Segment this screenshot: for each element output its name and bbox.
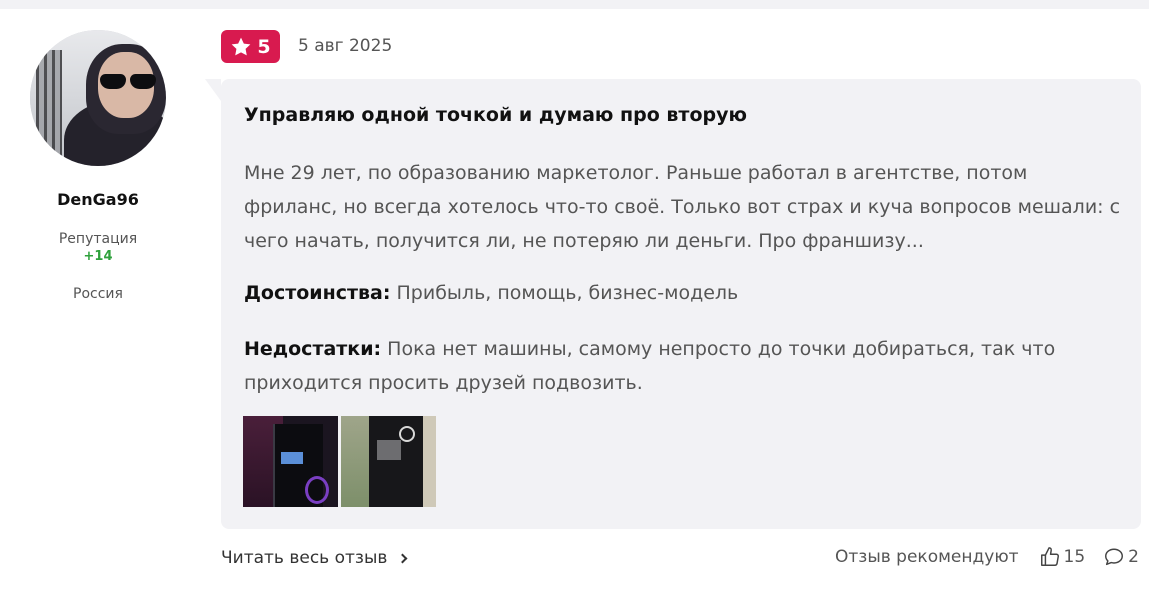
comment-icon (1105, 548, 1124, 566)
rating-badge: 5 (221, 30, 280, 63)
review-title[interactable]: Управляю одной точкой и думаю про вторую (244, 104, 747, 126)
comments-count: 2 (1128, 547, 1139, 567)
read-full-label: Читать весь отзыв (221, 548, 388, 568)
review-photos (243, 416, 436, 507)
review-photo-thumbnail[interactable] (243, 416, 338, 507)
thumbs-up-icon (1040, 547, 1059, 566)
pros-label: Достоинства: (244, 282, 391, 304)
author-panel: DenGa96 Репутация +14 Россия (0, 30, 196, 302)
author-name[interactable]: DenGa96 (0, 190, 196, 209)
like-button[interactable]: 15 (1039, 546, 1086, 568)
reputation-label: Репутация (58, 231, 138, 247)
recommend-label: Отзыв рекомендуют (835, 547, 1019, 567)
reputation-value: +14 (83, 249, 113, 264)
star-icon (232, 37, 251, 55)
likes-count: 15 (1063, 547, 1086, 567)
author-country: Россия (73, 286, 123, 302)
review-actions: Отзыв рекомендуют 15 2 (835, 546, 1139, 568)
rating-value: 5 (257, 35, 271, 58)
comments-button[interactable]: 2 (1103, 546, 1139, 568)
top-divider-strip (0, 0, 1149, 9)
pros-text: Прибыль, помощь, бизнес-модель (396, 282, 739, 304)
chevron-right-icon (397, 553, 408, 563)
review-text: Мне 29 лет, по образованию маркетолог. Р… (244, 162, 1121, 252)
read-full-review-link[interactable]: Читать весь отзыв (221, 548, 408, 568)
cons-label: Недостатки: (244, 338, 382, 360)
review-date: 5 авг 2025 (298, 36, 393, 56)
review-pros: Достоинства: Прибыль, помощь, бизнес-мод… (244, 278, 1124, 308)
bubble-tail (205, 79, 221, 101)
review-photo-thumbnail[interactable] (341, 416, 436, 507)
review-cons: Недостатки: Пока нет машины, самому непр… (244, 332, 1124, 400)
avatar[interactable] (30, 30, 166, 166)
